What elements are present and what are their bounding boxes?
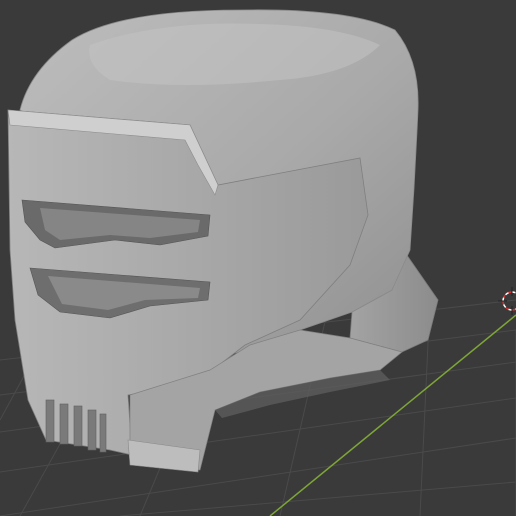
3d-viewport[interactable] (0, 0, 516, 516)
viewport-canvas[interactable] (0, 0, 516, 516)
3d-cursor-icon[interactable] (498, 287, 516, 315)
helmet-mesh[interactable] (7, 9, 439, 473)
